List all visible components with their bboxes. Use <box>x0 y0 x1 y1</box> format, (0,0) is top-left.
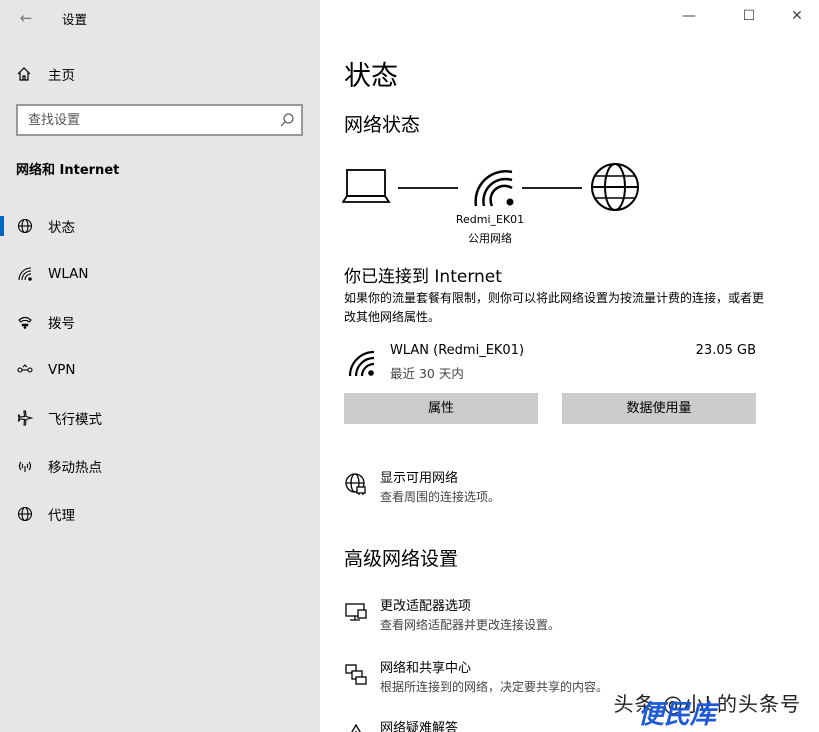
network-name: Redmi_EK01 <box>455 213 525 226</box>
adapter-options-desc: 查看网络适配器并更改连接设置。 <box>380 618 561 632</box>
back-arrow-icon[interactable]: ← <box>14 6 38 30</box>
sharing-center-link[interactable]: 网络和共享中心 根据所连接到的网络，决定要共享的内容。 <box>344 660 608 696</box>
network-status-heading: 网络状态 <box>344 114 421 136</box>
sharing-center-desc: 根据所连接到的网络，决定要共享的内容。 <box>380 680 609 694</box>
sidebar: ← 设置 主页 网络和 Internet 状态 WLAN 拨号 <box>0 0 320 732</box>
advanced-heading: 高级网络设置 <box>344 548 459 570</box>
selection-indicator <box>0 216 4 236</box>
adapter-usage: 23.05 GB <box>695 343 756 358</box>
show-networks-title: 显示可用网络 <box>380 471 459 486</box>
window-title: 设置 <box>62 12 88 27</box>
adapter-period: 最近 30 天内 <box>390 366 464 381</box>
maximize-button[interactable]: ☐ <box>738 4 760 28</box>
section-label: 网络和 Internet <box>16 163 120 178</box>
laptop-icon <box>342 169 391 203</box>
close-button[interactable]: ✕ <box>786 4 808 28</box>
sidebar-item-proxy[interactable]: 代理 <box>0 494 320 534</box>
globe-icon <box>15 504 35 524</box>
sidebar-item-status[interactable]: 状态 <box>0 206 320 246</box>
sidebar-item-label: 拨号 <box>48 316 75 332</box>
search-box[interactable] <box>16 104 303 136</box>
sidebar-home[interactable]: 主页 <box>16 62 75 86</box>
wifi-icon <box>15 264 35 284</box>
sidebar-item-label: 状态 <box>48 220 75 236</box>
show-networks-link[interactable]: 显示可用网络 查看周围的连接选项。 <box>344 470 500 506</box>
warning-icon <box>351 723 361 732</box>
minimize-button[interactable]: — <box>678 4 700 28</box>
sidebar-item-label: VPN <box>48 362 76 378</box>
data-usage-button[interactable]: 数据使用量 <box>562 393 756 424</box>
sidebar-item-label: 移动热点 <box>48 460 102 476</box>
connected-description: 如果你的流量套餐有限制，则你可以将此网络设置为按流量计费的连接，或者更改其他网络… <box>344 291 765 324</box>
globe-icon <box>15 216 35 236</box>
sidebar-item-hotspot[interactable]: 移动热点 <box>0 446 320 486</box>
adapter-name: WLAN (Redmi_EK01) <box>390 343 525 358</box>
internet-globe-icon <box>591 163 639 211</box>
properties-button[interactable]: 属性 <box>344 393 538 424</box>
main-pane: — ☐ ✕ 状态 网络状态 Redmi_EK01 公用网络 你已连接到 Inte… <box>320 0 819 732</box>
monitor-network-icon <box>345 603 367 621</box>
show-networks-desc: 查看周围的连接选项。 <box>380 490 501 504</box>
network-diagram <box>342 163 639 211</box>
sidebar-item-wlan[interactable]: WLAN <box>0 254 320 294</box>
watermark-overlay: 便民库 <box>638 700 717 730</box>
search-input[interactable] <box>18 106 273 134</box>
adapter-options-link[interactable]: 更改适配器选项 查看网络适配器并更改连接设置。 <box>344 598 560 634</box>
wifi-adapter-icon <box>348 350 375 377</box>
page-title: 状态 <box>344 61 398 92</box>
sidebar-item-label: 代理 <box>48 508 75 524</box>
network-type: 公用网络 <box>468 232 512 245</box>
globe-network-icon <box>345 473 366 495</box>
troubleshoot-link[interactable]: 网络疑难解答 <box>344 720 458 732</box>
sharing-center-icon <box>345 664 367 685</box>
connected-heading: 你已连接到 Internet <box>344 267 502 287</box>
vpn-icon <box>15 360 35 380</box>
sidebar-item-vpn[interactable]: VPN <box>0 350 320 390</box>
sidebar-item-label: WLAN <box>48 266 89 282</box>
adapter-options-title: 更改适配器选项 <box>380 599 472 614</box>
dialup-icon <box>15 312 35 332</box>
sharing-center-title: 网络和共享中心 <box>380 661 472 676</box>
wifi-signal-icon <box>474 170 514 207</box>
home-icon <box>17 67 31 81</box>
home-label: 主页 <box>48 68 75 84</box>
search-icon[interactable] <box>279 112 295 128</box>
troubleshoot-title: 网络疑难解答 <box>380 721 459 732</box>
airplane-icon <box>15 408 35 428</box>
sidebar-item-airplane[interactable]: 飞行模式 <box>0 398 320 438</box>
sidebar-item-dialup[interactable]: 拨号 <box>0 302 320 342</box>
sidebar-item-label: 飞行模式 <box>48 412 102 428</box>
hotspot-icon <box>15 456 35 476</box>
